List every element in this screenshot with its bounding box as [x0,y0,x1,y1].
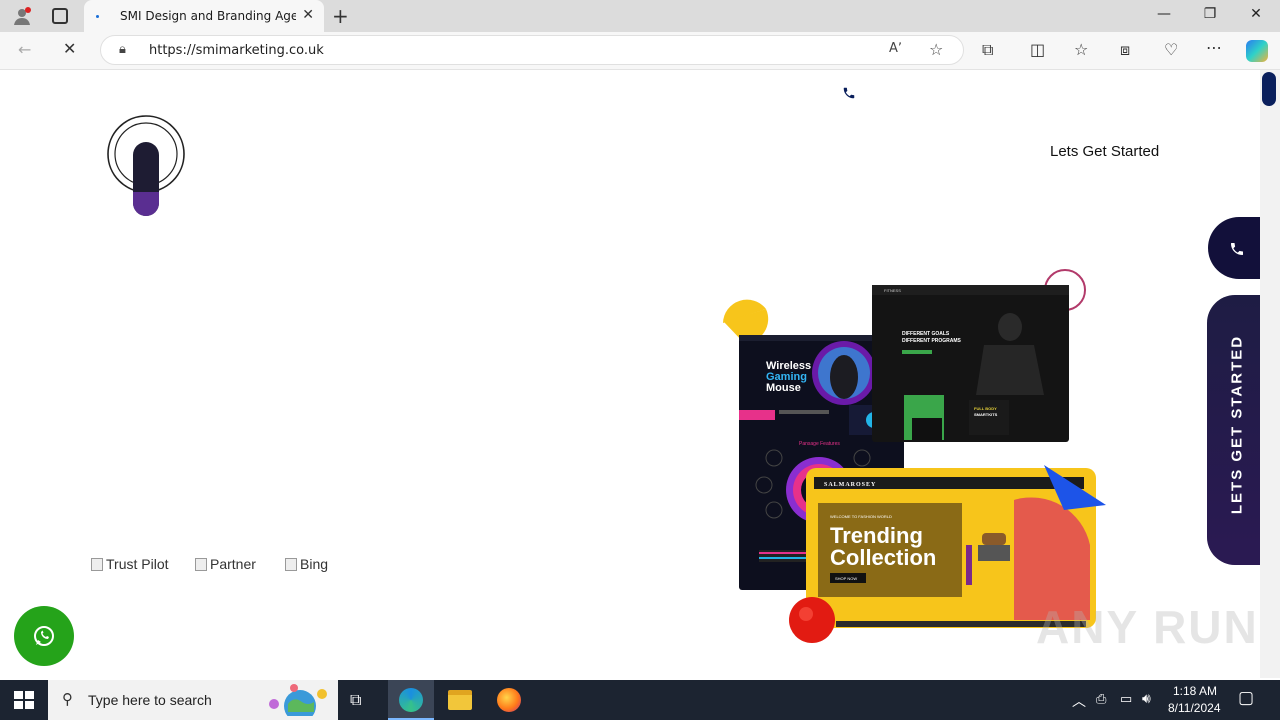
firefox-icon[interactable] [497,688,521,712]
site-logo[interactable] [104,112,188,216]
broken-image-icon [285,557,297,571]
clock-time[interactable]: 1:18 AM [1173,684,1217,698]
bing-alt: Bing [300,556,329,572]
clock-date[interactable]: 8/11/2024 [1168,701,1221,715]
favorite-star-icon[interactable]: ☆ [929,40,943,59]
bing-image: Bing [285,556,328,572]
notifications-icon[interactable]: ▢ [1238,688,1254,708]
extensions-icon[interactable]: ⧉ [982,40,993,60]
svg-text:SMARTKITS: SMARTKITS [974,412,998,417]
svg-text:FULL BODY: FULL BODY [974,406,997,411]
side-cta-label: LETS GET STARTED [1228,334,1246,515]
svg-text:FITNESS: FITNESS [884,288,901,293]
copilot-icon[interactable] [1246,40,1268,62]
close-window-icon[interactable]: ✕ [1246,6,1266,22]
network-icon[interactable]: ▭ [1120,691,1132,707]
url-text: https://smimarketing.co.uk [149,43,324,58]
tab-loading-icon [96,15,99,18]
collections-icon[interactable]: ⧈ [1120,40,1130,60]
web-page: Lets Get Started Trust Pilot Partner Bin… [4,70,1260,678]
scrollbar-thumb[interactable] [1262,72,1276,106]
header-phone-icon[interactable] [842,85,856,99]
trust-pilot-alt: Trust Pilot [106,556,169,572]
broken-image-icon [91,557,103,571]
svg-text:SALMAROSEY: SALMAROSEY [824,482,876,488]
read-aloud-icon[interactable]: A͏ʼ [889,41,902,56]
whatsapp-button[interactable] [14,606,74,666]
svg-text:Mouse: Mouse [766,382,801,394]
windows-start-icon[interactable] [14,691,34,709]
search-highlight-icon [262,684,332,720]
minimize-icon[interactable]: — [1154,6,1174,22]
windows-taskbar: ⚲ Type here to search ⧉ ︿ ⎙ ▭ 🔊︎ 1:18 AM… [0,680,1280,720]
browser-tab-bar: SMI Design and Branding Agency ✕ + — ❐ ✕ [0,0,1280,32]
anyrun-watermark: ANY RUN [1036,601,1259,653]
side-lets-get-started-button[interactable]: LETS GET STARTED [1207,295,1260,565]
phone-icon [1231,243,1243,255]
search-icon: ⚲ [62,690,73,708]
back-icon[interactable]: ← [18,40,31,59]
svg-text:DIFFERENT GOALS: DIFFERENT GOALS [902,331,950,337]
taskbar-search-box[interactable]: ⚲ Type here to search [48,680,338,720]
partner-alt: Partner [210,556,256,572]
device-icon[interactable]: ⎙ [1096,691,1106,707]
stop-loading-icon[interactable]: ✕ [63,39,76,58]
whatsapp-icon [34,626,54,646]
favorites-icon[interactable]: ☆ [1074,40,1088,59]
svg-text:WELCOME TO FASHION WORLD: WELCOME TO FASHION WORLD [830,514,892,519]
search-placeholder: Type here to search [88,692,212,708]
page-scrollbar[interactable] [1260,70,1280,678]
hero-illustration: Wireless Gaming Mouse Pansage Features F… [714,265,1114,645]
file-explorer-icon[interactable] [448,690,472,710]
active-tab[interactable]: SMI Design and Branding Agency ✕ [84,0,324,32]
more-menu-icon[interactable]: ⋯ [1206,38,1222,57]
svg-text:SHOP NOW: SHOP NOW [835,576,857,581]
trust-pilot-image: Trust Pilot [91,556,169,572]
partner-image: Partner [195,556,256,572]
new-tab-icon[interactable]: + [332,4,349,28]
lets-get-started-link[interactable]: Lets Get Started [1050,143,1159,160]
address-field[interactable]: 🔒︎ https://smimarketing.co.uk A͏ʼ ☆ [100,35,964,65]
show-hidden-icons[interactable]: ︿ [1072,691,1086,711]
task-view-icon[interactable]: ⧉ [350,690,361,710]
volume-icon[interactable]: 🔊︎ [1142,690,1151,707]
svg-text:Collection: Collection [830,545,936,570]
svg-text:DIFFERENT PROGRAMS: DIFFERENT PROGRAMS [902,338,962,344]
address-toolbar: ← ✕ 🔒︎ https://smimarketing.co.uk A͏ʼ ☆ … [0,32,1280,70]
browser-essentials-icon[interactable]: ♡ [1164,40,1178,59]
tab-title: SMI Design and Branding Agency [120,9,296,23]
tab-actions-icon[interactable] [52,8,68,24]
edge-taskbar-icon[interactable] [388,680,434,720]
close-tab-icon[interactable]: ✕ [302,7,314,23]
profile-icon[interactable] [12,6,32,26]
svg-text:Pansage Features: Pansage Features [799,441,840,447]
restore-icon[interactable]: ❐ [1200,6,1220,22]
broken-image-icon [195,557,207,571]
lock-icon[interactable]: 🔒︎ [119,42,126,57]
split-screen-icon[interactable]: ◫ [1030,40,1045,59]
